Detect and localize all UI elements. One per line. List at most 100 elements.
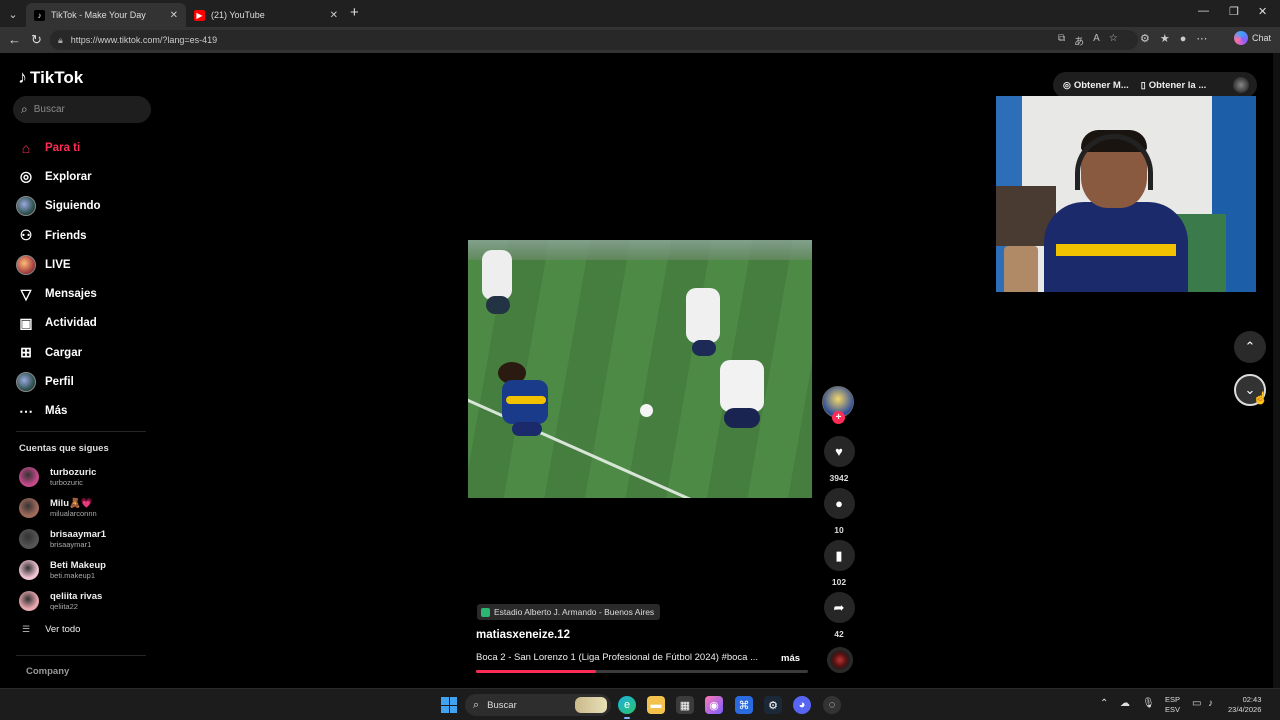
follow-plus-icon[interactable]: +	[832, 411, 845, 424]
nav-label: Actividad	[45, 317, 97, 330]
volume-icon[interactable]: ♪	[1208, 698, 1213, 709]
account-text: brisaaymar1 brisaaymar1	[50, 529, 106, 549]
nav-label: Mensajes	[45, 288, 97, 301]
page-scrollbar[interactable]	[1273, 53, 1280, 688]
search-input[interactable]	[33, 104, 134, 115]
open-app-icon[interactable]: ⧉	[1058, 33, 1065, 48]
comment-button[interactable]: ● 10	[823, 488, 855, 535]
url-field[interactable]: 🔒︎ https://www.tiktok.com/?lang=es-419	[50, 30, 1138, 50]
location-tag[interactable]: Estadio Alberto J. Armando - Buenos Aire…	[477, 604, 661, 620]
start-button-icon[interactable]	[441, 697, 457, 713]
nav-item-siguiendo[interactable]: Siguiendo	[16, 192, 156, 221]
refresh-icon[interactable]: ↻	[31, 32, 42, 48]
nav-label: Siguiendo	[45, 200, 101, 213]
read-aloud-icon[interactable]: A	[1093, 33, 1100, 48]
save-count: 102	[831, 577, 847, 587]
nav-item-más[interactable]: ⋯ Más	[16, 397, 156, 426]
discord-icon[interactable]: ◕	[793, 696, 811, 714]
user-avatar[interactable]	[1233, 77, 1249, 93]
account-avatar	[19, 559, 39, 580]
followed-account[interactable]: turbozuric turbozuric	[19, 462, 159, 493]
followed-account[interactable]: Beti Makeup beti.makeup1	[19, 554, 159, 585]
nav-item-cargar[interactable]: ⊞ Cargar	[16, 338, 156, 367]
get-app-button[interactable]: ▯ Obtener la ...	[1141, 80, 1207, 91]
nav-item-perfil[interactable]: Perfil	[16, 367, 156, 396]
nav-item-actividad[interactable]: ▣ Actividad	[16, 309, 156, 338]
show-hidden-icons[interactable]: ⌃	[1100, 698, 1108, 709]
terminal-icon[interactable]: ⌘	[735, 696, 753, 714]
lang-code: ESP	[1165, 695, 1181, 704]
more-icon: ⋯	[19, 402, 33, 419]
save-button[interactable]: ▮ 102	[823, 540, 855, 587]
get-app-label: Obtener la ...	[1148, 79, 1207, 91]
video-progress[interactable]	[476, 670, 808, 673]
like-button[interactable]: ♥ 3942	[823, 436, 855, 483]
minimize-icon[interactable]: —	[1198, 5, 1209, 17]
edge-icon[interactable]: e	[618, 696, 636, 719]
see-all-link[interactable]: ☰ Ver todo	[22, 624, 80, 635]
tiktok-logo[interactable]: ♪ TikTok	[18, 67, 83, 88]
settings-more-icon[interactable]: ⋯	[1196, 32, 1207, 45]
nav-label: LIVE	[45, 258, 71, 271]
app-icon[interactable]: ◌	[823, 696, 841, 714]
comment-icon: ●	[823, 488, 855, 519]
post-username[interactable]: matiasxeneize.12	[476, 629, 570, 641]
file-explorer-icon[interactable]: ▬	[647, 696, 665, 714]
favorite-star-icon[interactable]: ☆	[1109, 33, 1118, 48]
close-tab-icon[interactable]: ✕	[330, 10, 338, 21]
following-avatar-icon	[16, 196, 36, 217]
copilot-button[interactable]: Chat	[1234, 31, 1271, 45]
nav-item-live[interactable]: LIVE	[16, 250, 156, 279]
nav-item-explorar[interactable]: ◎ Explorar	[16, 162, 156, 191]
tab-youtube[interactable]: ▶ (21) YouTube ✕	[186, 3, 346, 27]
brand-name: TikTok	[30, 67, 84, 87]
account-text: qeliita rivas qeliita22	[50, 591, 102, 611]
company-link[interactable]: Company	[26, 666, 69, 677]
photos-icon[interactable]: ◉	[705, 696, 723, 714]
activity-icon: ▣	[19, 314, 33, 331]
site-info-icon[interactable]: 🔒︎	[58, 35, 63, 46]
account-text: Milu🧸💗 milualarconnn	[50, 498, 97, 518]
nav-item-friends[interactable]: ⚇ Friends	[16, 221, 156, 250]
tab-tiktok[interactable]: ♪ TikTok - Make Your Day ✕	[26, 3, 186, 27]
close-window-icon[interactable]: ✕	[1258, 5, 1267, 18]
nav-item-para-ti[interactable]: ⌂ Para ti	[16, 133, 156, 162]
previous-video-button[interactable]: ⌃	[1234, 331, 1266, 363]
new-tab-icon[interactable]: +	[350, 4, 359, 21]
share-button[interactable]: ➦ 42	[823, 592, 855, 639]
post-description: Boca 2 - San Lorenzo 1 (Liga Profesional…	[476, 652, 759, 663]
search-highlight-image	[575, 697, 607, 713]
compass-icon: ◎	[19, 168, 33, 185]
close-tab-icon[interactable]: ✕	[170, 10, 178, 21]
search-box[interactable]: ⌕	[13, 96, 151, 123]
onedrive-icon[interactable]: ☁	[1120, 698, 1130, 709]
video-player[interactable]	[468, 240, 812, 498]
url-actions: ⧉ あ A ☆	[1058, 33, 1118, 48]
more-link[interactable]: más	[781, 653, 800, 664]
nav-label: Cargar	[45, 346, 83, 359]
back-icon[interactable]: ←	[8, 32, 21, 47]
home-icon: ⌂	[21, 139, 31, 156]
input-language[interactable]: ESP ESV	[1165, 695, 1180, 715]
restore-icon[interactable]: ❐	[1229, 5, 1239, 18]
favorites-icon[interactable]: ★	[1160, 32, 1170, 45]
tab-actions-menu-icon[interactable]: ⌄	[4, 5, 22, 23]
steam-icon[interactable]: ⚙	[764, 696, 782, 714]
share-count: 42	[834, 629, 844, 639]
heart-icon: ♥	[823, 436, 855, 467]
mic-icon[interactable]: 🎙︎	[1142, 698, 1155, 709]
system-clock[interactable]: 02:43 23/4/2026	[1228, 695, 1261, 715]
translate-icon[interactable]: あ	[1074, 33, 1084, 48]
taskbar-search[interactable]: ⌕ Buscar	[465, 694, 611, 716]
followed-account[interactable]: Milu🧸💗 milualarconnn	[19, 493, 159, 524]
music-disc-icon[interactable]	[827, 647, 853, 673]
get-coins-button[interactable]: ◎ Obtener M...	[1063, 80, 1129, 91]
display-icon[interactable]: ▭	[1192, 698, 1201, 709]
nav-label: Perfil	[45, 376, 74, 389]
nav-item-mensajes[interactable]: ▽ Mensajes	[16, 279, 156, 308]
profile-icon[interactable]: ●	[1180, 33, 1187, 45]
extensions-icon[interactable]: ⚙	[1140, 32, 1150, 45]
store-icon[interactable]: ▦	[676, 696, 694, 714]
followed-account[interactable]: qeliita rivas qeliita22	[19, 585, 159, 616]
followed-account[interactable]: brisaaymar1 brisaaymar1	[19, 524, 159, 555]
